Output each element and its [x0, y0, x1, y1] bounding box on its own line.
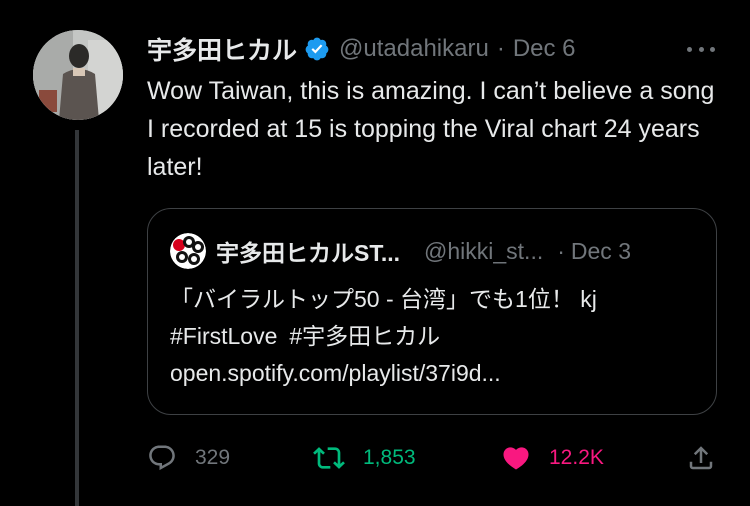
- quoted-text-line: 「バイラルトップ50 - 台湾」でも1位！ kj: [170, 286, 597, 312]
- quoted-header-separator: ·: [557, 237, 565, 264]
- spotify-link[interactable]: open.spotify.com/playlist/37i9d...: [170, 355, 700, 392]
- reply-count: 329: [195, 446, 231, 469]
- verified-badge-icon: [305, 37, 329, 61]
- reply-button[interactable]: 329: [147, 440, 230, 476]
- quoted-author-handle: @hikki_st...: [424, 237, 544, 264]
- tweet-date[interactable]: Dec 6: [513, 35, 576, 63]
- share-upload-icon: [689, 446, 713, 470]
- author-handle[interactable]: @utadahikaru: [339, 35, 489, 63]
- more-dots-icon[interactable]: [687, 38, 715, 60]
- quoted-tweet-header: 宇多田ヒカルST... @hikki_st... · Dec 3: [170, 231, 694, 271]
- author-avatar[interactable]: [33, 30, 123, 120]
- like-count: 12.2K: [549, 446, 604, 469]
- heart-filled-icon: [503, 447, 529, 470]
- tweet-actions: 329 1,853 12.2K: [147, 440, 720, 476]
- tweet-text: Wow Taiwan, this is amazing. I can’t bel…: [147, 77, 715, 181]
- tweet-header: 宇多田ヒカル @utadahikaru · Dec 6: [147, 30, 720, 68]
- like-button[interactable]: 12.2K: [501, 440, 604, 476]
- quoted-tweet-text: 「バイラルトップ50 - 台湾」でも1位！ kj #FirstLove #宇多田ヒ…: [170, 281, 700, 392]
- quoted-author-display-name: 宇多田ヒカルST...: [216, 240, 401, 266]
- retweet-count: 1,853: [363, 446, 416, 469]
- hashtag-firstlove[interactable]: #FirstLove: [170, 323, 277, 349]
- reply-bubble-icon: [149, 445, 175, 471]
- share-button[interactable]: [686, 440, 716, 476]
- retweet-arrows-icon: [313, 447, 345, 469]
- quoted-tweet-card[interactable]: 宇多田ヒカルST... @hikki_st... · Dec 3 「バイラルトッ…: [147, 208, 717, 415]
- quoted-tweet-date: Dec 3: [570, 237, 631, 264]
- retweet-button[interactable]: 1,853: [313, 440, 416, 476]
- header-separator: ·: [496, 35, 505, 62]
- thread-line: [75, 130, 79, 506]
- avatar-photo: [33, 30, 123, 120]
- hashtag-utada-hikaru[interactable]: #宇多田ヒカル: [289, 323, 440, 349]
- author-display-name[interactable]: 宇多田ヒカル: [147, 31, 297, 67]
- tweet[interactable]: 宇多田ヒカル @utadahikaru · Dec 6 Wow Taiwan, …: [0, 0, 750, 506]
- quoted-author-avatar[interactable]: [170, 233, 206, 269]
